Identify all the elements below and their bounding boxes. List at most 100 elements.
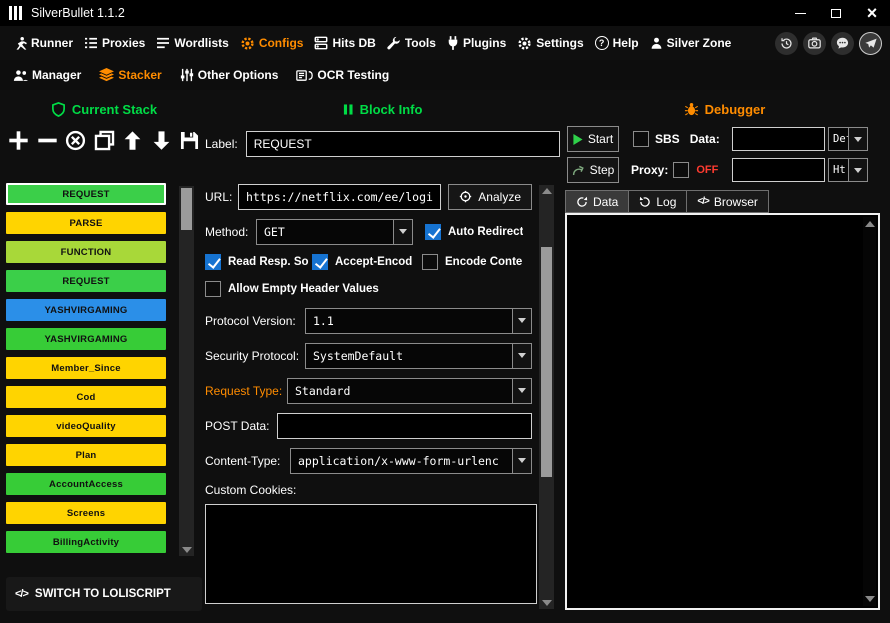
- switch-button-label: SWITCH TO LOLISCRIPT: [35, 588, 171, 600]
- stack-item[interactable]: videoQuality: [6, 415, 166, 437]
- tab-log[interactable]: Log: [628, 190, 686, 213]
- data-type-dropdown[interactable]: Def: [828, 127, 868, 151]
- tab-browser[interactable]: </> Browser: [686, 190, 768, 213]
- arrow-down-icon: [151, 130, 172, 151]
- stack-item[interactable]: PARSE: [6, 212, 166, 234]
- maximize-button[interactable]: [818, 0, 854, 26]
- stack-item[interactable]: Member_Since: [6, 357, 166, 379]
- menu-tools[interactable]: Tools: [387, 36, 436, 50]
- stack-item[interactable]: Plan: [6, 444, 166, 466]
- security-protocol-dropdown[interactable]: SystemDefault: [305, 343, 532, 369]
- save-icon: [179, 130, 200, 151]
- proxy-input[interactable]: [732, 158, 825, 182]
- submenu-label: Stacker: [118, 68, 161, 82]
- scroll-down-icon[interactable]: [865, 596, 875, 602]
- dropdown-button[interactable]: [512, 449, 531, 473]
- dropdown-button[interactable]: [512, 309, 531, 333]
- scrollbar-thumb[interactable]: [541, 247, 552, 477]
- protocol-version-dropdown[interactable]: 1.1: [305, 308, 532, 334]
- menu-proxies[interactable]: Proxies: [84, 36, 145, 50]
- screenshot-button[interactable]: [803, 32, 826, 55]
- menu-plugins[interactable]: Plugins: [447, 36, 506, 50]
- stack-item[interactable]: REQUEST: [6, 270, 166, 292]
- clone-block-button[interactable]: [94, 130, 115, 151]
- accept-encoding-checkbox[interactable]: [312, 254, 328, 270]
- switch-to-loliscript-button[interactable]: </> SWITCH TO LOLISCRIPT: [6, 577, 202, 611]
- dropdown-button[interactable]: [512, 344, 531, 368]
- submenu-manager[interactable]: Manager: [13, 68, 81, 82]
- move-down-button[interactable]: [151, 130, 172, 151]
- auto-redirect-checkbox[interactable]: [425, 224, 441, 240]
- proxy-type-dropdown[interactable]: Ht: [828, 158, 868, 182]
- allow-empty-headers-checkbox[interactable]: [205, 281, 221, 297]
- code-icon: </>: [15, 588, 28, 600]
- dropdown-button[interactable]: [848, 128, 867, 150]
- protocol-version-value: 1.1: [306, 309, 512, 333]
- tab-data[interactable]: Data: [565, 190, 628, 213]
- read-resp-source-checkbox[interactable]: [205, 254, 221, 270]
- encode-content-checkbox[interactable]: [422, 254, 438, 270]
- scroll-down-icon[interactable]: [182, 547, 192, 553]
- scroll-up-icon[interactable]: [865, 221, 875, 227]
- sbs-checkbox[interactable]: [633, 131, 649, 147]
- custom-cookies-textarea[interactable]: [205, 504, 537, 604]
- stack-scrollbar[interactable]: [179, 186, 194, 556]
- stack-item[interactable]: YASHVIRGAMING: [6, 328, 166, 350]
- menu-runner[interactable]: Runner: [13, 36, 73, 51]
- dropdown-button[interactable]: [848, 159, 867, 181]
- content-type-dropdown[interactable]: application/x-www-form-urlenc: [290, 448, 532, 474]
- telegram-button[interactable]: [859, 32, 882, 55]
- accept-encoding-label: Accept-Encod: [335, 256, 412, 268]
- history-button[interactable]: [775, 32, 798, 55]
- stack-item[interactable]: Cod: [6, 386, 166, 408]
- move-up-button[interactable]: [122, 130, 143, 151]
- analyze-button[interactable]: Analyze: [448, 184, 532, 210]
- chat-button[interactable]: [831, 32, 854, 55]
- menu-hits-db[interactable]: Hits DB: [314, 36, 375, 50]
- close-button[interactable]: ×: [854, 0, 890, 26]
- stack-item[interactable]: FUNCTION: [6, 241, 166, 263]
- output-scrollbar[interactable]: [863, 217, 876, 606]
- menu-settings[interactable]: Settings: [517, 36, 583, 51]
- block-label-input[interactable]: [246, 131, 560, 157]
- menu-help[interactable]: ? Help: [595, 36, 639, 50]
- scroll-down-icon[interactable]: [542, 600, 552, 606]
- scroll-up-icon[interactable]: [542, 188, 552, 194]
- dropdown-button[interactable]: [512, 379, 531, 403]
- method-dropdown[interactable]: GET: [256, 219, 413, 245]
- url-input[interactable]: [238, 184, 441, 210]
- menu-silver-zone[interactable]: Silver Zone: [650, 36, 732, 50]
- stack-toolbar: [6, 127, 202, 153]
- menu-wordlists[interactable]: Wordlists: [156, 36, 228, 50]
- save-config-button[interactable]: [179, 130, 200, 151]
- stack-item[interactable]: AccountAccess: [6, 473, 166, 495]
- form-scrollbar[interactable]: [539, 185, 554, 609]
- dropdown-button[interactable]: [393, 220, 412, 244]
- stack-item[interactable]: REQUEST: [6, 183, 166, 205]
- submenu-stacker[interactable]: Stacker: [99, 68, 161, 82]
- step-button[interactable]: Step: [567, 157, 619, 183]
- telegram-icon: [865, 38, 877, 49]
- gear-icon: [517, 36, 532, 51]
- person-icon: [650, 36, 663, 50]
- minimize-button[interactable]: [782, 0, 818, 26]
- stack-item[interactable]: BillingActivity: [6, 531, 166, 553]
- debug-data-input[interactable]: [732, 127, 825, 151]
- post-data-input[interactable]: [277, 413, 532, 439]
- titlebar: SilverBullet 1.1.2 ×: [0, 0, 890, 26]
- add-block-button[interactable]: [8, 130, 29, 151]
- chat-icon: [836, 37, 849, 49]
- submenu-other-options[interactable]: Other Options: [180, 68, 279, 82]
- step-label: Step: [590, 163, 615, 177]
- menu-configs[interactable]: Configs: [240, 36, 304, 51]
- proxy-checkbox[interactable]: [673, 162, 689, 178]
- scrollbar-thumb[interactable]: [181, 188, 192, 230]
- submenu-ocr-testing[interactable]: OCR Testing: [296, 68, 389, 82]
- stack-item[interactable]: Screens: [6, 502, 166, 524]
- start-button[interactable]: Start: [567, 126, 619, 152]
- stack-item[interactable]: YASHVIRGAMING: [6, 299, 166, 321]
- delete-block-button[interactable]: [65, 130, 86, 151]
- request-type-dropdown[interactable]: Standard: [287, 378, 532, 404]
- remove-block-button[interactable]: [37, 130, 58, 151]
- debugger-output[interactable]: [565, 213, 880, 610]
